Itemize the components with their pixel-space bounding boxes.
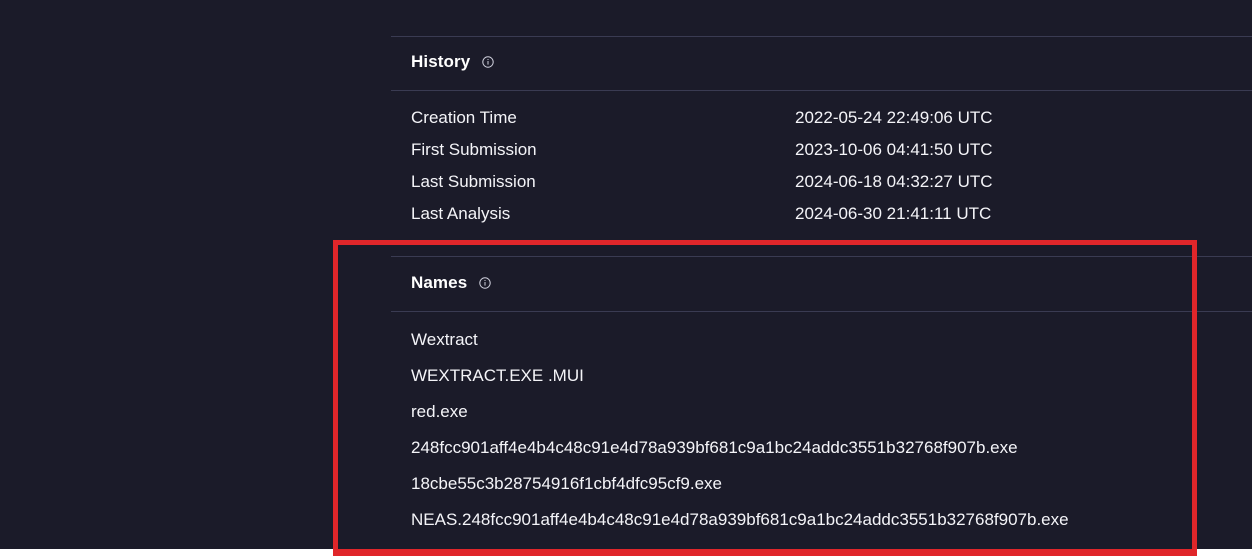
red-highlight-box-bottom [333, 549, 1197, 556]
red-highlight-box [333, 240, 1197, 556]
history-label: Last Submission [411, 172, 536, 191]
history-value: 2022-05-24 22:49:06 UTC [795, 108, 993, 127]
history-label: Creation Time [411, 108, 517, 127]
history-value: 2023-10-06 04:41:50 UTC [795, 140, 993, 159]
history-table: Creation Time 2022-05-24 22:49:06 UTC Fi… [411, 102, 1171, 230]
history-header: History [411, 52, 494, 72]
file-details-page: History Creation Time 2022-05-24 22:49:0… [0, 0, 1252, 556]
history-label: First Submission [411, 140, 537, 159]
info-circle-icon[interactable] [482, 56, 494, 68]
history-title: History [411, 52, 471, 71]
history-row-last-submission: Last Submission 2024-06-18 04:32:27 UTC [411, 166, 1171, 198]
section-divider [391, 90, 1252, 91]
history-row-first-submission: First Submission 2023-10-06 04:41:50 UTC [411, 134, 1171, 166]
history-row-last-analysis: Last Analysis 2024-06-30 21:41:11 UTC [411, 198, 1171, 230]
history-row-creation-time: Creation Time 2022-05-24 22:49:06 UTC [411, 102, 1171, 134]
history-value: 2024-06-30 21:41:11 UTC [795, 204, 992, 223]
history-value: 2024-06-18 04:32:27 UTC [795, 172, 993, 191]
history-label: Last Analysis [411, 204, 511, 223]
section-divider [391, 36, 1252, 37]
